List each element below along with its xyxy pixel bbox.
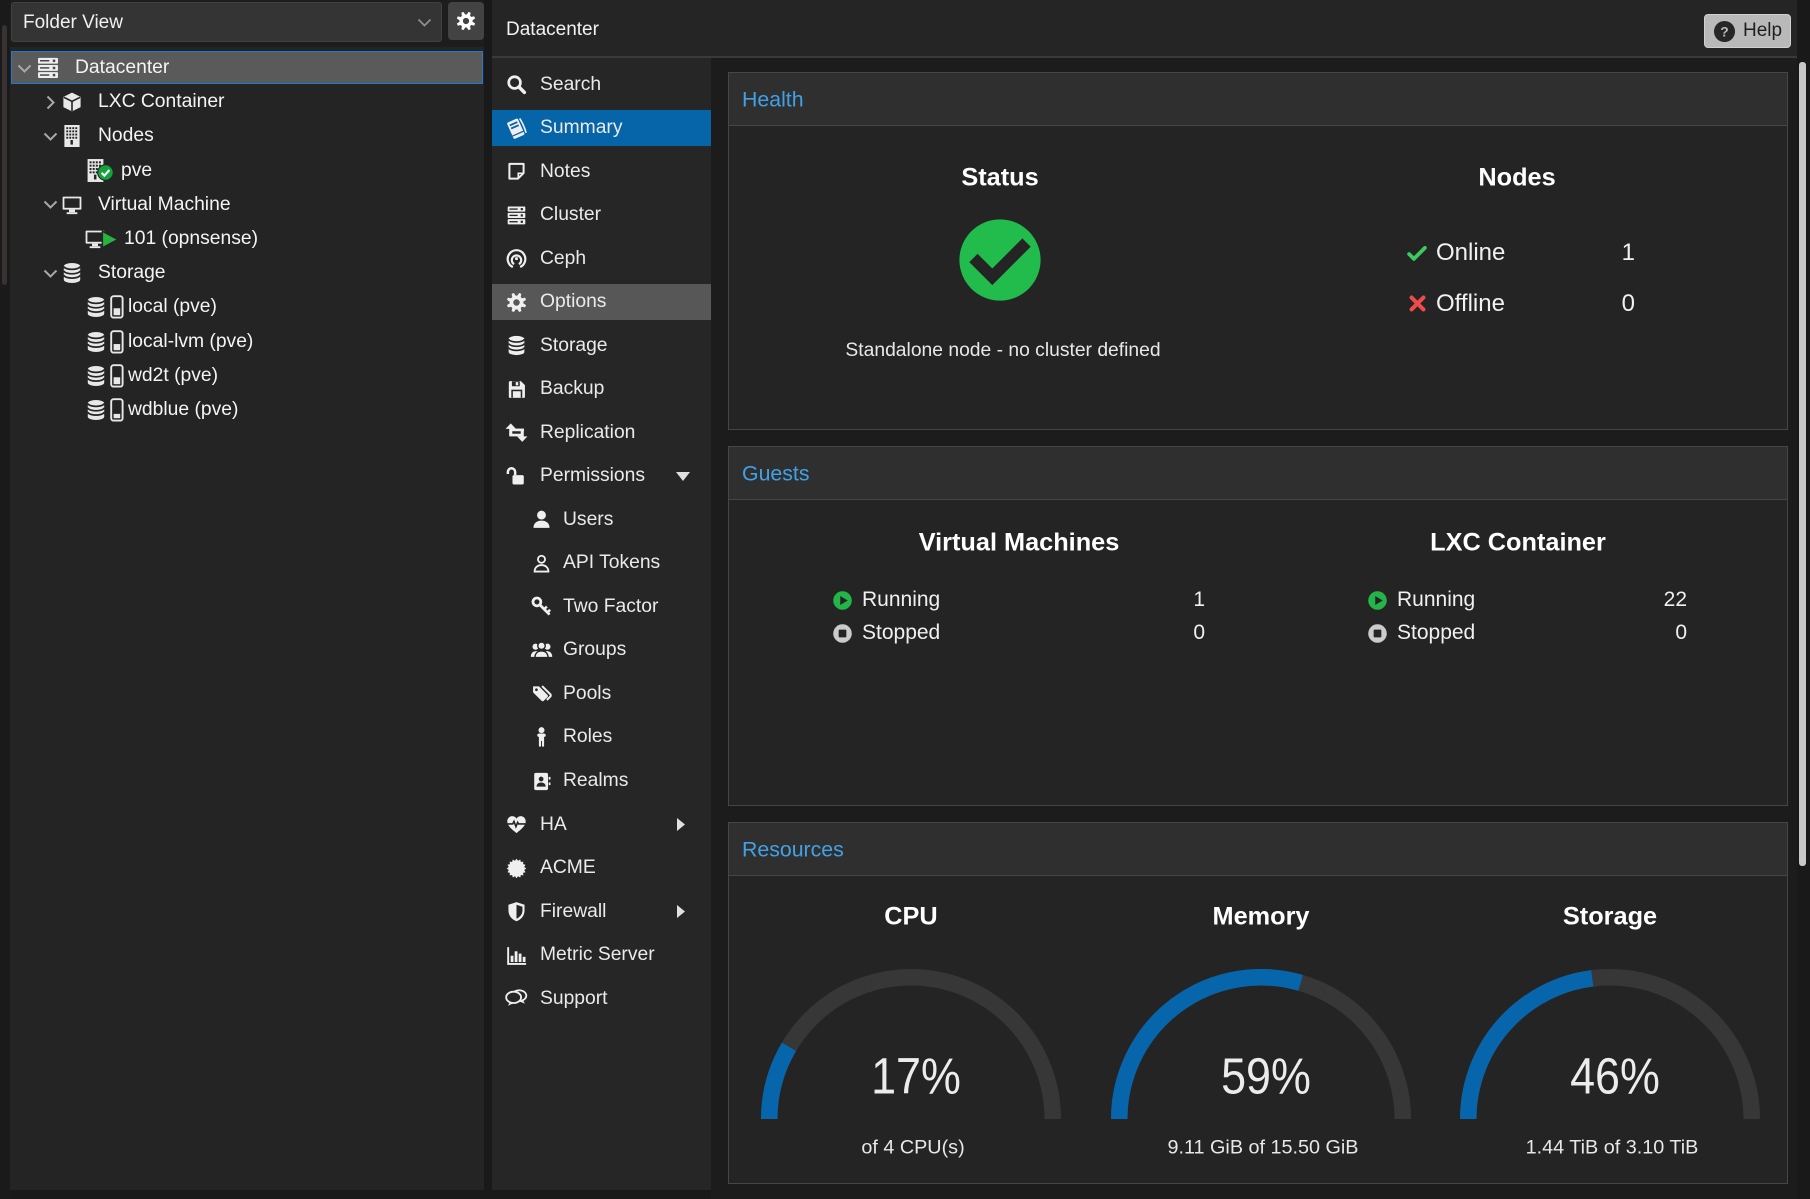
svg-text:?: ? bbox=[1720, 23, 1728, 39]
